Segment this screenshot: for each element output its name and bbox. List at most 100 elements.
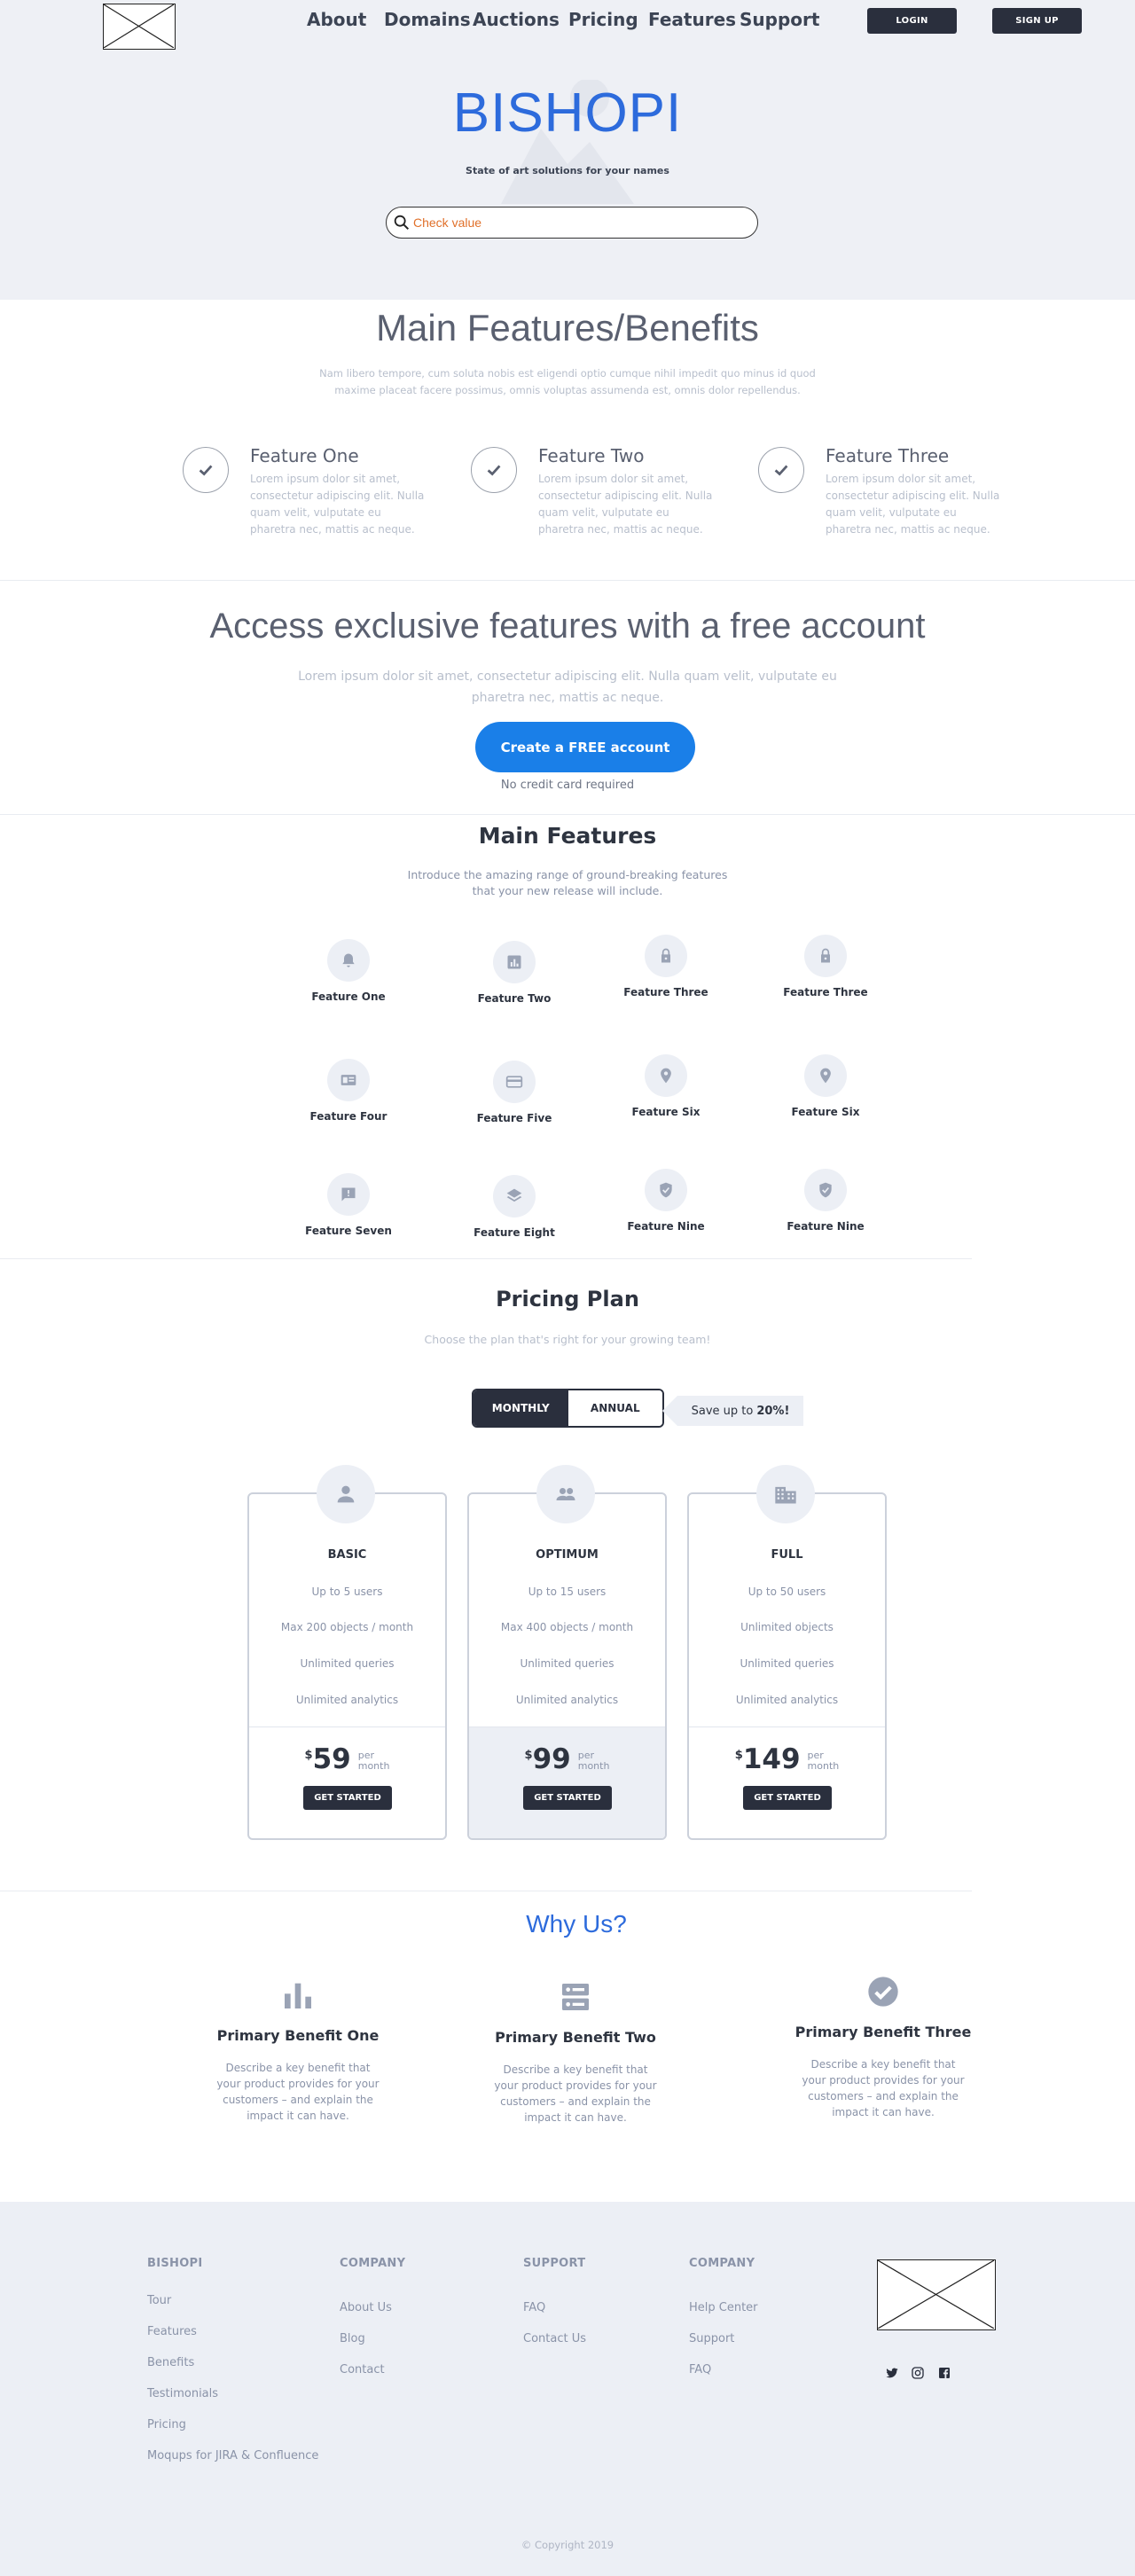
brand-title: BISHOPI: [452, 82, 683, 144]
facebook-icon[interactable]: [935, 2364, 953, 2382]
plan-feature: Up to 15 users: [528, 1586, 607, 1598]
footer-link[interactable]: Pricing: [147, 2418, 318, 2431]
instagram-icon[interactable]: [909, 2364, 927, 2382]
annual-toggle[interactable]: ANNUAL: [568, 1390, 662, 1426]
building-icon: [756, 1465, 815, 1523]
footer-link[interactable]: Benefits: [147, 2356, 318, 2369]
feedback-icon: [327, 1173, 370, 1216]
feature-item[interactable]: Feature Five: [443, 1061, 585, 1124]
benefit-title: Primary Benefit Two: [495, 2029, 656, 2046]
feature-item[interactable]: Feature Six: [595, 1054, 737, 1118]
plan-name: BASIC: [327, 1548, 367, 1562]
benefit-text: Describe a key benefit that your product…: [802, 2058, 965, 2118]
nav-support[interactable]: Support: [740, 9, 819, 30]
benefits-subtitle-line-2: maxime placeat facere possimus, omnis vo…: [334, 384, 801, 396]
footer-link[interactable]: About Us: [340, 2301, 405, 2314]
nav-features[interactable]: Features: [648, 9, 736, 30]
feature-label: Feature Five: [476, 1112, 552, 1124]
twitter-icon[interactable]: [883, 2364, 901, 2382]
divider: [0, 814, 1135, 815]
get-started-button[interactable]: GET STARTED: [523, 1786, 612, 1810]
footer-link[interactable]: Moqups for JIRA & Confluence: [147, 2449, 318, 2462]
search-input[interactable]: [413, 215, 741, 230]
feature-label: Feature Two: [477, 992, 552, 1005]
feature-item[interactable]: Feature Eight: [443, 1175, 585, 1239]
footer-link[interactable]: Support: [689, 2332, 758, 2345]
pricing-subtitle: Choose the plan that's right for your gr…: [424, 1333, 711, 1346]
get-started-button[interactable]: GET STARTED: [303, 1786, 392, 1810]
map-pin-icon: [645, 1054, 687, 1097]
lock-icon: [645, 935, 687, 977]
cta-text-line-1: Lorem ipsum dolor sit amet, consectetur …: [298, 669, 837, 684]
save-value: 20%!: [756, 1404, 790, 1418]
search-icon: [394, 215, 410, 231]
main-features-title: Main Features: [478, 823, 657, 849]
feature-item[interactable]: Feature Six: [755, 1054, 896, 1118]
map-pin-icon: [804, 1054, 847, 1097]
feature-item[interactable]: Feature Two: [443, 941, 585, 1005]
divider: [0, 1258, 972, 1259]
footer-logo-placeholder[interactable]: [877, 2259, 996, 2330]
benefits-subtitle-line-1: Nam libero tempore, cum soluta nobis est…: [319, 367, 816, 380]
hero-section: About Domains Auctions Pricing Features …: [0, 0, 1135, 300]
create-account-button[interactable]: Create a FREE account: [475, 722, 695, 772]
footer-link[interactable]: Blog: [340, 2332, 405, 2345]
why-benefit: Primary Benefit Two Describe a key benef…: [469, 1976, 682, 2126]
check-icon: [758, 447, 804, 493]
billing-toggle: MONTHLY ANNUAL: [472, 1389, 664, 1428]
check-icon: [471, 447, 517, 493]
nav-domains[interactable]: Domains: [384, 9, 471, 30]
monthly-toggle[interactable]: MONTHLY: [474, 1390, 568, 1426]
footer-column-title: BISHOPI: [147, 2257, 203, 2270]
price-amount: 149: [742, 1743, 801, 1775]
no-credit-card-note: No credit card required: [500, 779, 635, 792]
footer-link[interactable]: Contact Us: [523, 2332, 586, 2345]
hero-tagline: State of art solutions for your names: [466, 165, 669, 176]
benefit-text: Describe a key benefit that your product…: [216, 2062, 380, 2122]
footer-link[interactable]: Testimonials: [147, 2387, 318, 2400]
feature-item[interactable]: Feature Nine: [755, 1169, 896, 1233]
why-us-title: Why Us?: [526, 1910, 627, 1938]
footer-column-title: COMPANY: [689, 2257, 755, 2270]
footer-link[interactable]: FAQ: [689, 2363, 758, 2376]
footer-link[interactable]: Tour: [147, 2294, 318, 2307]
check-circle-icon: [777, 1970, 990, 2013]
plan-feature: Unlimited queries: [520, 1657, 614, 1670]
footer-link[interactable]: Contact: [340, 2363, 405, 2376]
footer-link[interactable]: FAQ: [523, 2301, 586, 2314]
plan-feature: Unlimited queries: [740, 1657, 834, 1670]
credit-card-icon: [493, 1061, 536, 1103]
feature-item[interactable]: Feature Three: [595, 935, 737, 998]
signup-button[interactable]: SIGN UP: [992, 8, 1082, 34]
plan-price: $ 99 per month: [469, 1743, 665, 1775]
price-currency: $: [524, 1749, 533, 1762]
bell-icon: [327, 939, 370, 982]
footer-column: COMPANY Help Center Support FAQ: [689, 2257, 758, 2376]
plan-name: OPTIMUM: [536, 1548, 599, 1562]
plan-feature: Max 200 objects / month: [280, 1621, 414, 1633]
footer-link[interactable]: Features: [147, 2325, 318, 2338]
nav-pricing[interactable]: Pricing: [568, 9, 638, 30]
verified-shield-icon: [645, 1169, 687, 1211]
feature-item[interactable]: Feature One: [278, 939, 419, 1003]
feature-item[interactable]: Feature Four: [278, 1059, 419, 1123]
footer-column-title: COMPANY: [340, 2257, 406, 2270]
feature-item[interactable]: Feature Three: [755, 935, 896, 998]
search-bar[interactable]: [386, 207, 758, 239]
plan-card-optimum: OPTIMUM Up to 15 users Max 400 objects /…: [467, 1465, 667, 1840]
nav-about[interactable]: About: [307, 9, 366, 30]
benefit-text: Lorem ipsum dolor sit amet, consectetur …: [826, 473, 1000, 536]
footer-link[interactable]: Help Center: [689, 2301, 758, 2314]
save-badge: Save up to 20%!: [662, 1396, 803, 1426]
get-started-button[interactable]: GET STARTED: [743, 1786, 832, 1810]
feature-item[interactable]: Feature Seven: [278, 1173, 419, 1237]
plan-footer: $ 59 per month GET STARTED: [249, 1726, 445, 1838]
nav-auctions[interactable]: Auctions: [473, 9, 560, 30]
footer-column-title: SUPPORT: [523, 2257, 586, 2270]
feature-item[interactable]: Feature Nine: [595, 1169, 737, 1233]
price-amount: 59: [312, 1743, 351, 1775]
login-button[interactable]: LOGIN: [867, 8, 957, 34]
footer: BISHOPI Tour Features Benefits Testimoni…: [0, 2202, 1135, 2576]
cta-text-line-2: pharetra nec, mattis ac neque.: [471, 691, 664, 705]
plan-footer: $ 99 per month GET STARTED: [469, 1726, 665, 1838]
